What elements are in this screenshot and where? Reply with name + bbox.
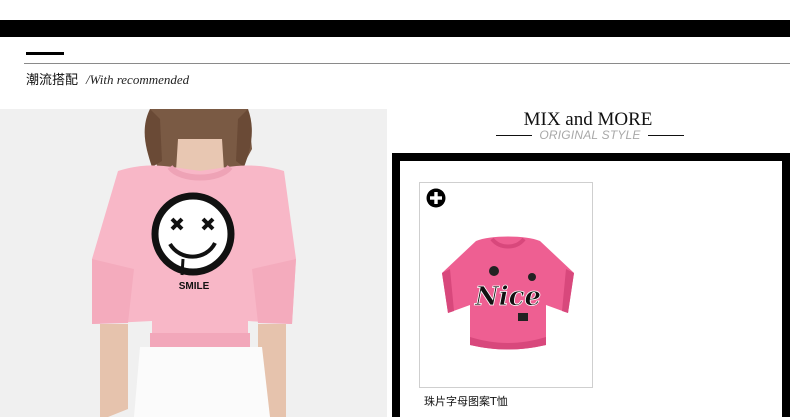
section-title: 潮流搭配/With recommended — [26, 71, 189, 90]
model-illustration — [0, 109, 387, 417]
section-accent-rule — [26, 52, 64, 55]
shirt-print-text: SMILE — [178, 281, 210, 292]
product-card[interactable]: Nice — [419, 182, 593, 388]
model-photo[interactable]: SMILE — [0, 109, 387, 417]
product-name[interactable]: 珠片字母图案T恤 — [424, 395, 508, 409]
section-title-zh: 潮流搭配 — [26, 73, 79, 88]
plus-circle-icon[interactable] — [426, 188, 446, 208]
subtitle-rule-right — [648, 135, 684, 136]
product-graphic-text: Nice — [474, 282, 541, 312]
top-black-bar — [0, 20, 790, 37]
subtitle-rule-left — [496, 135, 532, 136]
section-title-en: /With recommended — [86, 72, 190, 87]
collection-subtitle: ORIGINAL STYLE — [539, 128, 641, 142]
product-image[interactable]: Nice — [434, 233, 582, 353]
section-divider — [24, 63, 790, 64]
